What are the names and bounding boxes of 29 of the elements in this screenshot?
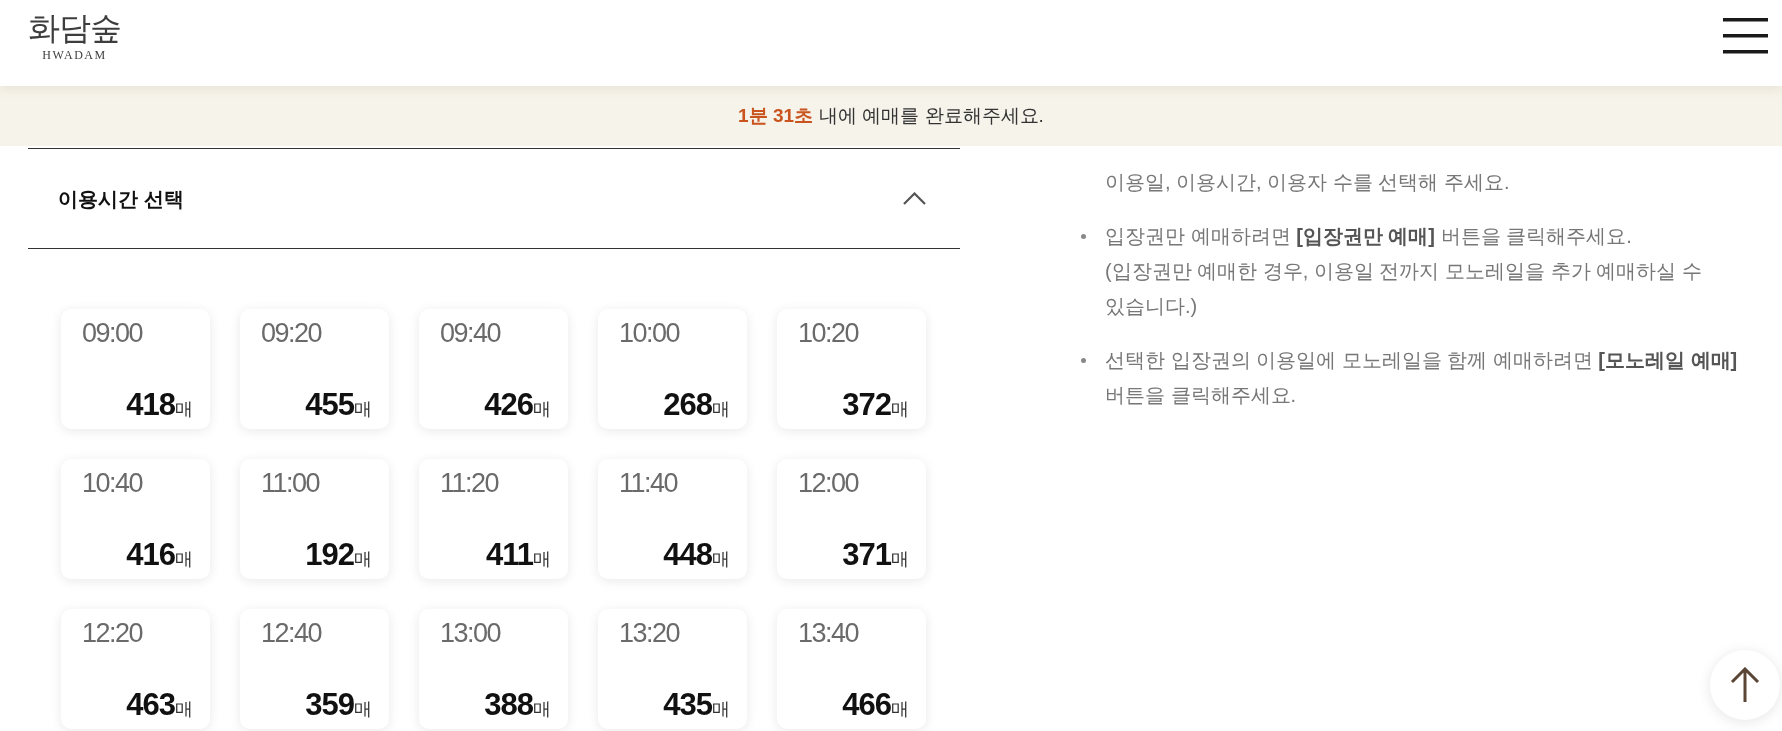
time-slot-button[interactable]: 12:40 359매 [240, 609, 389, 729]
bullet-icon [1081, 358, 1086, 363]
time-slot-button[interactable]: 09:40 426매 [419, 309, 568, 429]
guide-note: (입장권만 예매한 경우, 이용일 전까지 모노레일을 추가 예매하실 수 있습니다.) [1105, 259, 1703, 319]
countdown-timer: 1분 31초 [738, 103, 814, 128]
time-slot-button[interactable]: 10:40 416매 [61, 459, 210, 579]
time-slot-button[interactable]: 10:00 268매 [598, 309, 747, 429]
arrow-up-icon [1730, 667, 1760, 703]
banner-message: 내에 예매를 완료해주세요. [819, 103, 1044, 128]
guide-text: 입장권만 예매하려면 [입장권만 예매] 버튼을 클릭해주세요. [1105, 224, 1633, 249]
section-title: 이용시간 선택 [58, 186, 184, 212]
bullet-icon [1081, 234, 1086, 239]
time-slot-button[interactable]: 10:20 372매 [777, 309, 926, 429]
time-slot-button[interactable]: 13:40 466매 [777, 609, 926, 729]
logo-wordmark[interactable]: 화담숲 [28, 10, 121, 46]
time-slot-button[interactable]: 13:20 435매 [598, 609, 747, 729]
time-slot-button[interactable]: 11:20 411매 [419, 459, 568, 579]
time-slot-button[interactable]: 11:40 448매 [598, 459, 747, 579]
logo-subtitle[interactable]: HWADAM [42, 48, 107, 62]
time-slot-button[interactable]: 13:00 388매 [419, 609, 568, 729]
time-slot-button[interactable]: 11:00 192매 [240, 459, 389, 579]
time-slot-button[interactable]: 09:20 455매 [240, 309, 389, 429]
guide-text: 이용일, 이용시간, 이용자 수를 선택해 주세요. [1105, 170, 1511, 195]
time-slot-button[interactable]: 12:20 463매 [61, 609, 210, 729]
menu-icon[interactable] [1723, 18, 1768, 54]
chevron-icon[interactable] [903, 192, 926, 205]
time-slot-button[interactable]: 09:00 418매 [61, 309, 210, 429]
time-slot-button[interactable]: 12:00 371매 [777, 459, 926, 579]
guide-text: 선택한 입장권의 이용일에 모노레일을 함께 예매하려면 [모노레일 예매] 버튼을 클릭해주세요. [1105, 348, 1739, 408]
